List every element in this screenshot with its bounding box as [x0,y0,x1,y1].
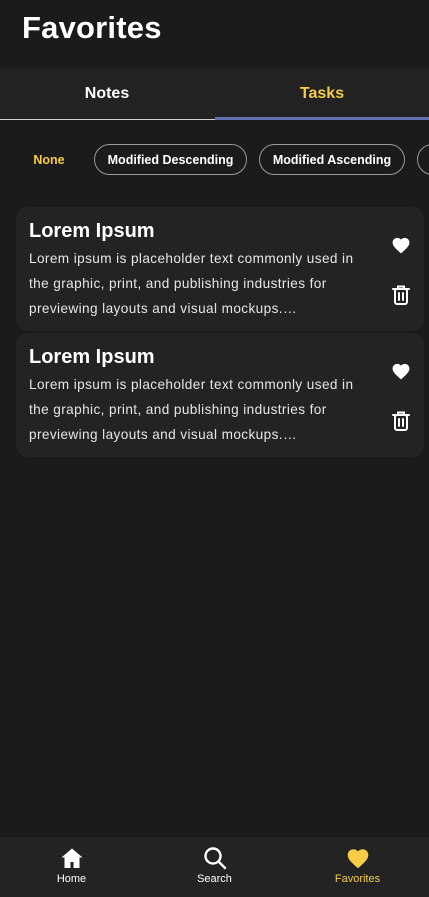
heart-icon [346,846,370,870]
tab-notes[interactable]: Notes [0,68,214,120]
page-title: Favorites [22,10,162,45]
sort-chip-modified-ascending[interactable]: Modified Ascending [259,144,405,175]
sort-chip-row: None Modified Descending Modified Ascend… [0,144,429,178]
search-icon [203,846,227,870]
card-body: Lorem ipsum is placeholder text commonly… [29,251,354,316]
tab-tasks[interactable]: Tasks [215,68,429,120]
tab-divider [0,119,215,120]
nav-search[interactable]: Search [143,837,286,897]
bottom-navigation: Home Search Favorites [0,837,429,897]
tab-bar: Notes Tasks [0,68,429,120]
card-title: Lorem Ipsum [29,220,155,242]
heart-icon[interactable] [386,356,416,386]
card-title: Lorem Ipsum [29,346,155,368]
heart-icon[interactable] [386,230,416,260]
sort-chip-none[interactable]: None [18,144,80,175]
favorite-card[interactable]: Lorem Ipsum Lorem ipsum is placeholder t… [16,207,424,331]
home-icon [60,846,84,870]
sort-chip-modified-descending[interactable]: Modified Descending [94,144,247,175]
favorite-card[interactable]: Lorem Ipsum Lorem ipsum is placeholder t… [16,333,424,457]
sort-chip-overflow[interactable] [417,144,429,175]
trash-icon[interactable] [386,406,416,436]
nav-search-label: Search [197,873,232,885]
nav-home[interactable]: Home [0,837,143,897]
nav-favorites[interactable]: Favorites [286,837,429,897]
nav-home-label: Home [56,873,87,885]
nav-favorites-label: Favorites [334,873,381,885]
card-body: Lorem ipsum is placeholder text commonly… [29,377,354,442]
trash-icon[interactable] [386,280,416,310]
tab-active-indicator [215,117,429,120]
